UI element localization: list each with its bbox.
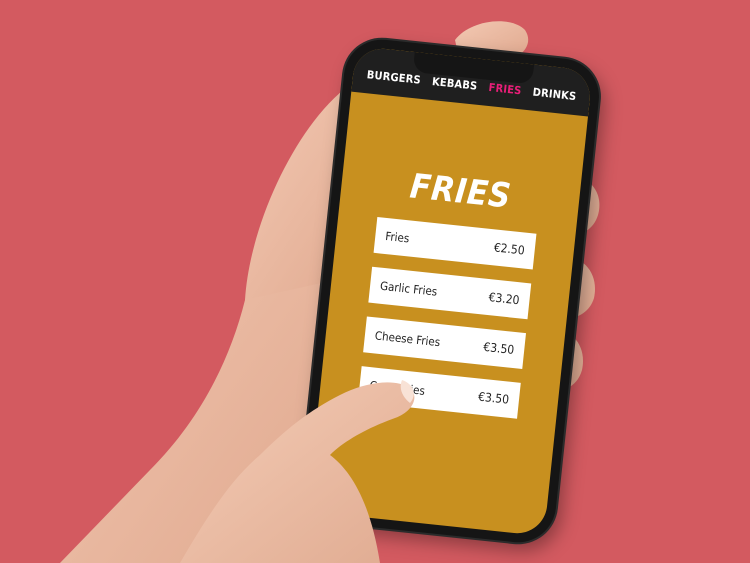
photo-scene: BURGERS KEBABS FRIES DRINKS FRIES Fries … (0, 0, 750, 563)
pointing-hand (180, 380, 415, 563)
